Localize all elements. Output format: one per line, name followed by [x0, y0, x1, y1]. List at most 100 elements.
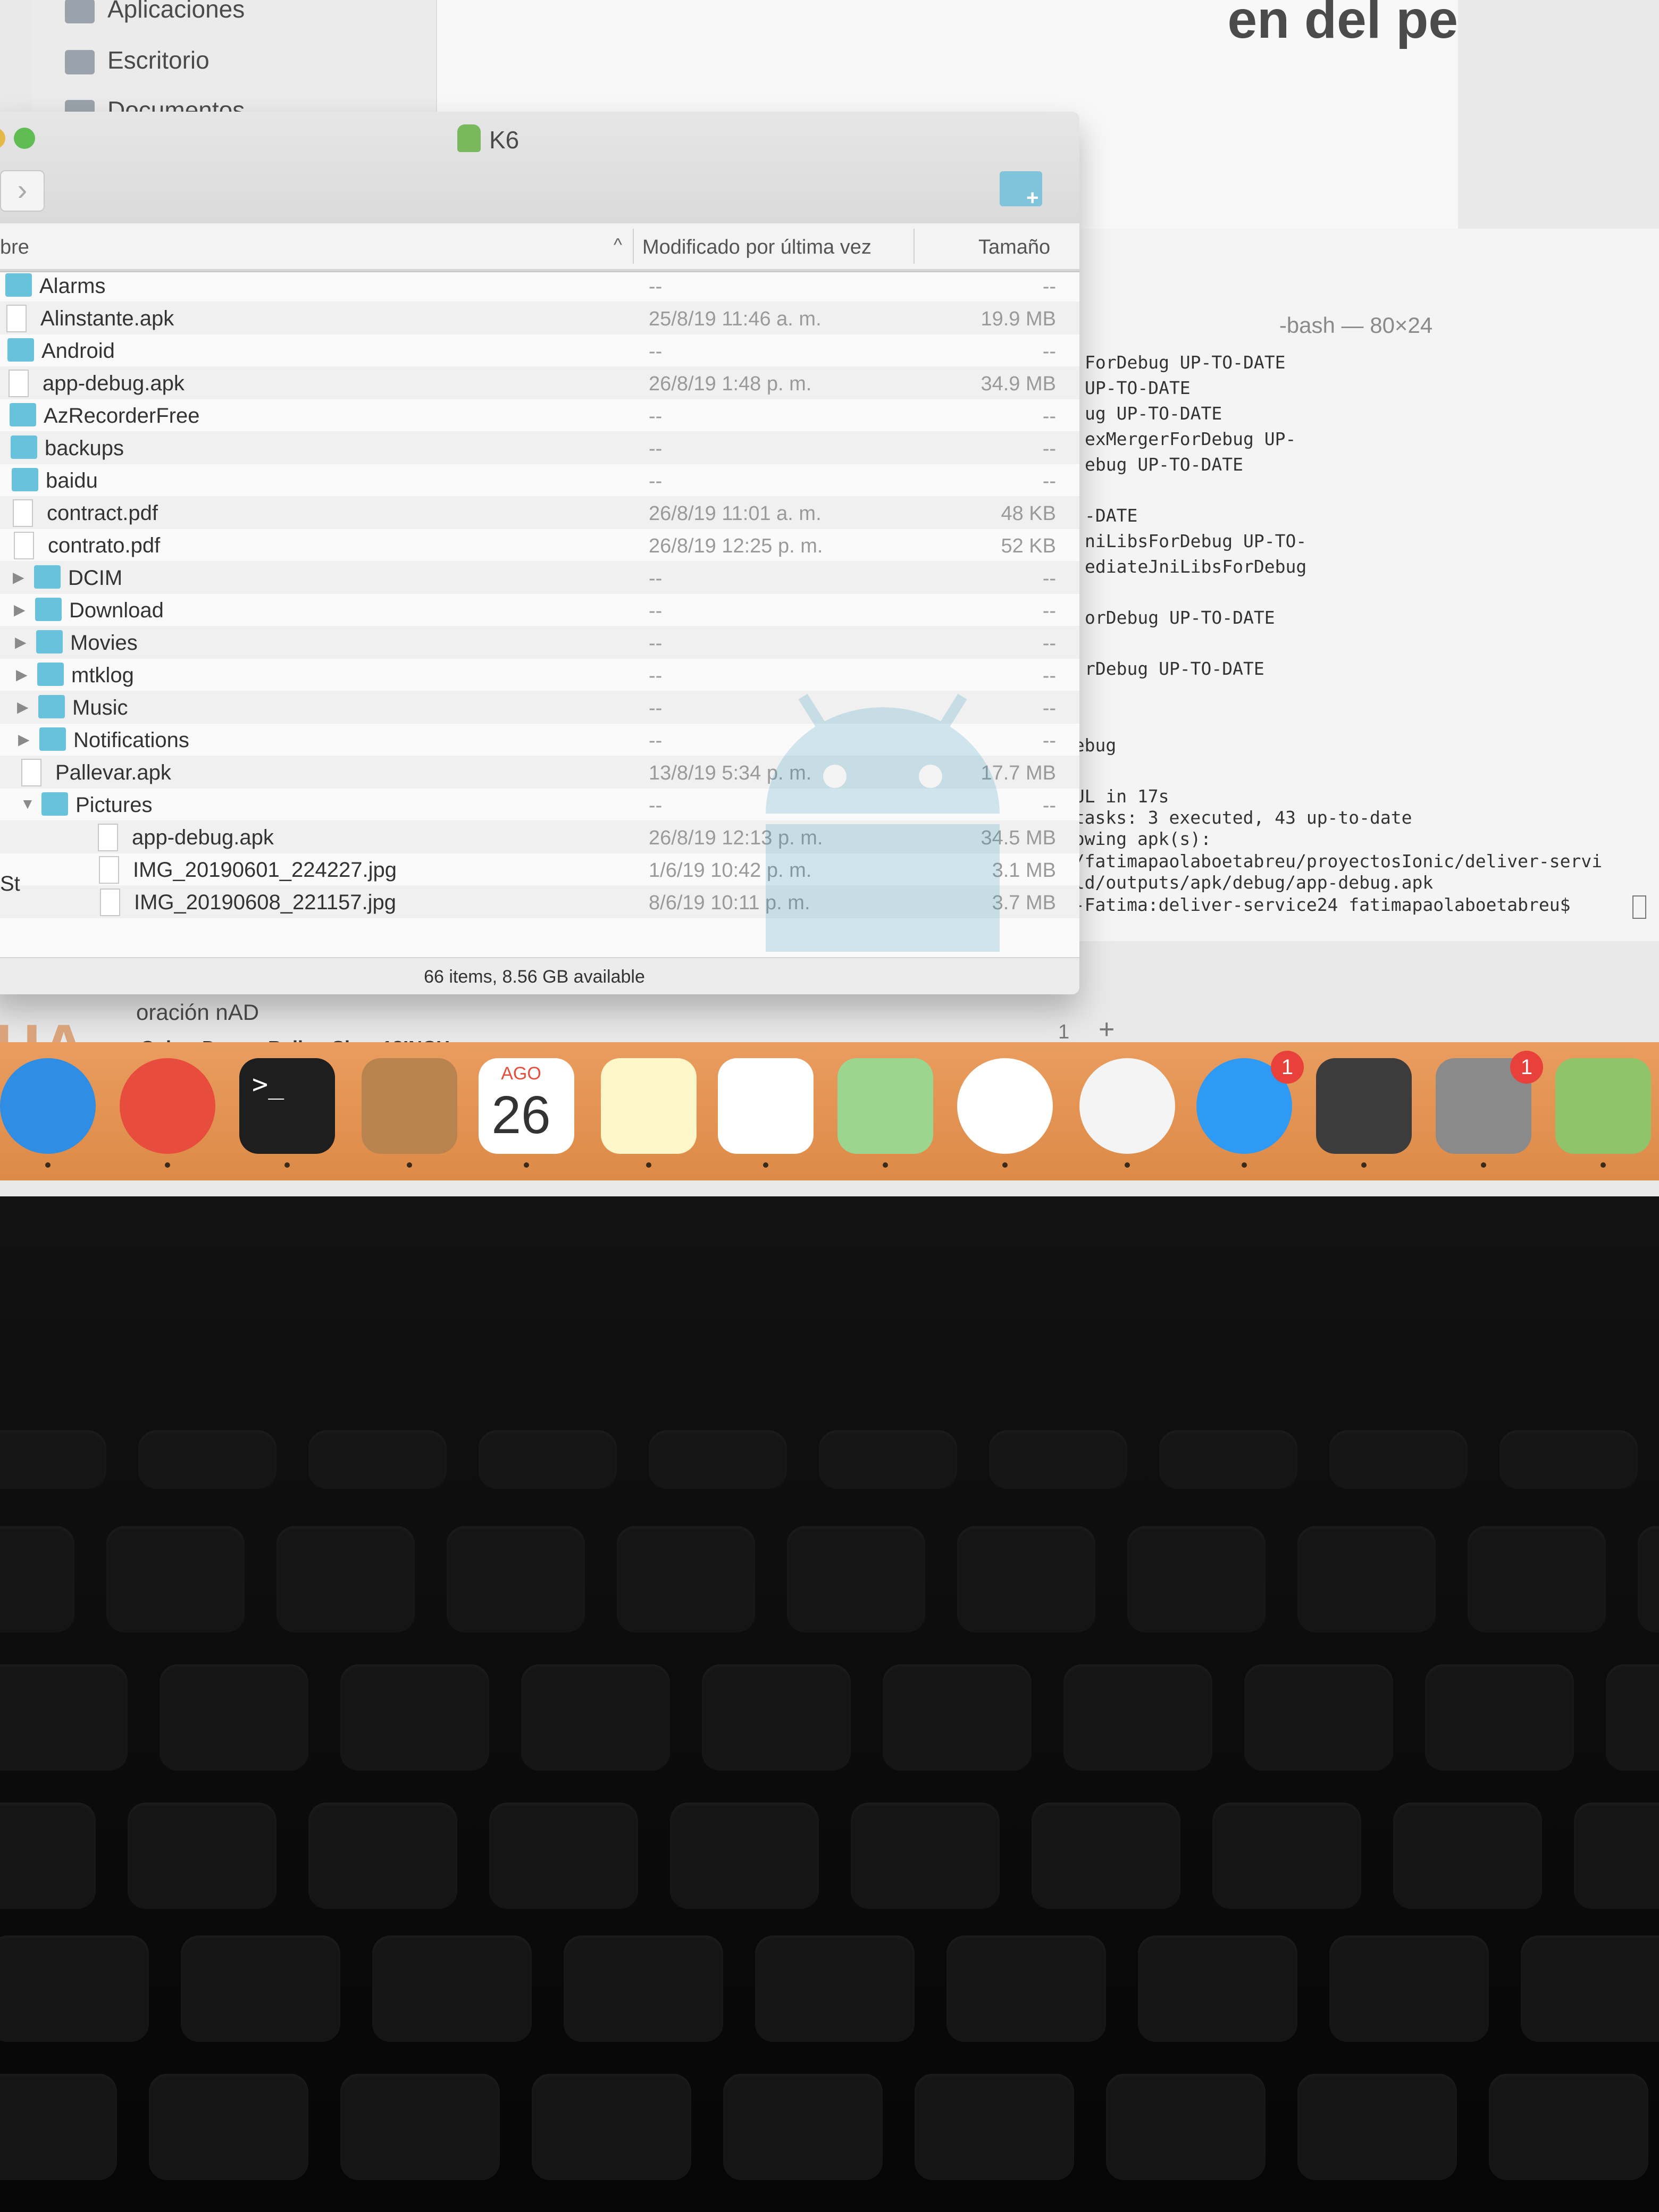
- disclosure-collapsed-icon[interactable]: ▶: [13, 568, 24, 586]
- file-size: 34.9 MB: [981, 373, 1056, 395]
- file-row[interactable]: AzRecorderFree -- --: [0, 399, 1079, 432]
- sidebar-item-label: Escritorio: [107, 46, 210, 74]
- folder-icon: [12, 468, 38, 491]
- safari-icon[interactable]: [0, 1058, 96, 1154]
- file-name: Android: [41, 339, 115, 363]
- terminal-cursor: [1632, 895, 1646, 919]
- sidebar-item-desktop[interactable]: Escritorio: [65, 46, 210, 74]
- folder-icon: [41, 792, 68, 816]
- finder-window[interactable]: K6 › + bre ^ Modificado por última vez T…: [0, 112, 1079, 994]
- column-divider[interactable]: [633, 229, 634, 264]
- add-page-button[interactable]: +: [1099, 1013, 1115, 1045]
- keyboard-key: [276, 1526, 415, 1632]
- file-icon: [14, 532, 34, 559]
- disclosure-collapsed-icon[interactable]: ▶: [17, 698, 29, 716]
- file-icon: [100, 889, 120, 916]
- keyboard-key: [1638, 1526, 1659, 1632]
- keyboard-key: [1468, 1526, 1606, 1632]
- keyboard-key: [564, 1936, 723, 2042]
- running-indicator: [1242, 1162, 1247, 1168]
- itunes-icon[interactable]: [1079, 1058, 1175, 1154]
- photos-icon[interactable]: [957, 1058, 1053, 1154]
- column-header-size[interactable]: Tamaño: [978, 236, 1050, 259]
- maps-icon[interactable]: [837, 1058, 933, 1154]
- running-indicator: [407, 1162, 412, 1168]
- file-row[interactable]: Alinstante.apk 25/8/19 11:46 a. m. 19.9 MB: [0, 301, 1079, 334]
- keyboard-key: [0, 1803, 96, 1909]
- keyboard-key: [0, 1526, 74, 1632]
- keyboard-key: [1574, 1803, 1659, 1909]
- file-size: 52 KB: [1001, 535, 1056, 557]
- file-row[interactable]: Alarms -- --: [0, 269, 1079, 302]
- dock: >_ AGO 26 1 1: [0, 1042, 1659, 1180]
- file-row[interactable]: ▶ Movies -- --: [0, 626, 1079, 659]
- file-row[interactable]: contract.pdf 26/8/19 11:01 a. m. 48 KB: [0, 496, 1079, 529]
- minimize-button[interactable]: [0, 128, 5, 149]
- file-size: --: [1042, 275, 1056, 298]
- keyboard-key: [0, 1430, 106, 1489]
- chrome-icon[interactable]: [120, 1058, 215, 1154]
- keyboard-key: [1138, 1936, 1297, 2042]
- disclosure-collapsed-icon[interactable]: ▶: [16, 666, 28, 683]
- running-indicator: [165, 1162, 170, 1168]
- notes-icon[interactable]: [601, 1058, 697, 1154]
- file-size: --: [1042, 340, 1056, 363]
- terminal-icon[interactable]: >_: [239, 1058, 335, 1154]
- file-size: --: [1042, 438, 1056, 460]
- keyboard-key: [915, 2074, 1074, 2180]
- terminal-line: -DATE: [1085, 505, 1138, 526]
- column-header-modified[interactable]: Modificado por última vez: [642, 236, 872, 259]
- file-name: backups: [45, 437, 124, 460]
- running-indicator: [1601, 1162, 1606, 1168]
- file-modified: --: [649, 470, 663, 492]
- background-text: oración nAD: [136, 1000, 259, 1025]
- window-title: K6: [489, 126, 520, 154]
- android-file-transfer-icon[interactable]: [1555, 1058, 1651, 1154]
- running-indicator: [763, 1162, 768, 1168]
- file-row[interactable]: baidu -- --: [0, 464, 1079, 497]
- file-row[interactable]: app-debug.apk 26/8/19 1:48 p. m. 34.9 MB: [0, 366, 1079, 399]
- keyboard-key: [1212, 1803, 1361, 1909]
- running-indicator: [1361, 1162, 1367, 1168]
- terminal-line: ediateJniLibsForDebug: [1085, 556, 1307, 577]
- disclosure-collapsed-icon[interactable]: ▶: [14, 601, 26, 618]
- keyboard-key: [308, 1430, 447, 1489]
- document-heading: en del pe: [1227, 0, 1458, 49]
- file-row[interactable]: backups -- --: [0, 431, 1079, 464]
- keyboard-key: [1063, 1664, 1212, 1771]
- keyboard-key: [723, 2074, 883, 2180]
- contacts-icon[interactable]: [362, 1058, 457, 1154]
- back-button[interactable]: ›: [0, 170, 45, 212]
- terminal-line: ForDebug UP-TO-DATE: [1085, 352, 1286, 373]
- file-row[interactable]: Android -- --: [0, 334, 1079, 367]
- file-modified: --: [649, 730, 663, 752]
- zoom-button[interactable]: [14, 128, 35, 149]
- keyboard-key: [340, 2074, 500, 2180]
- sort-ascending-icon[interactable]: ^: [614, 235, 622, 256]
- file-row[interactable]: ▶ DCIM -- --: [0, 561, 1079, 594]
- keyboard-key: [1297, 1526, 1436, 1632]
- terminal-line: ug UP-TO-DATE: [1085, 403, 1222, 424]
- file-row[interactable]: contrato.pdf 26/8/19 12:25 p. m. 52 KB: [0, 529, 1079, 562]
- background-side-text: St: [0, 872, 20, 895]
- file-modified: --: [649, 794, 663, 817]
- keyboard-key: [106, 1526, 245, 1632]
- calendar-day: 26: [491, 1085, 551, 1145]
- new-folder-button[interactable]: +: [1000, 165, 1048, 210]
- file-row[interactable]: ▶ Download -- --: [0, 593, 1079, 626]
- keyboard-key: [489, 1803, 638, 1909]
- terminal-window[interactable]: -bash — 80×24 ForDebug UP-TO-DATE UP-TO-D…: [1053, 229, 1659, 941]
- disclosure-expanded-icon[interactable]: ▼: [20, 795, 35, 812]
- calendar-month: AGO: [501, 1063, 541, 1084]
- column-divider[interactable]: [914, 229, 915, 264]
- disclosure-collapsed-icon[interactable]: ▶: [15, 633, 27, 651]
- file-size: 48 KB: [1001, 502, 1056, 525]
- calendar-icon[interactable]: AGO 26: [479, 1058, 574, 1154]
- column-header-name[interactable]: bre: [0, 236, 29, 259]
- disclosure-collapsed-icon[interactable]: ▶: [18, 731, 30, 748]
- keyboard-key: [0, 1664, 128, 1771]
- sublime-text-icon[interactable]: [1316, 1058, 1412, 1154]
- file-name: Music: [72, 696, 128, 719]
- reminders-icon[interactable]: [718, 1058, 814, 1154]
- sidebar-item-applications[interactable]: Aplicaciones: [65, 0, 245, 23]
